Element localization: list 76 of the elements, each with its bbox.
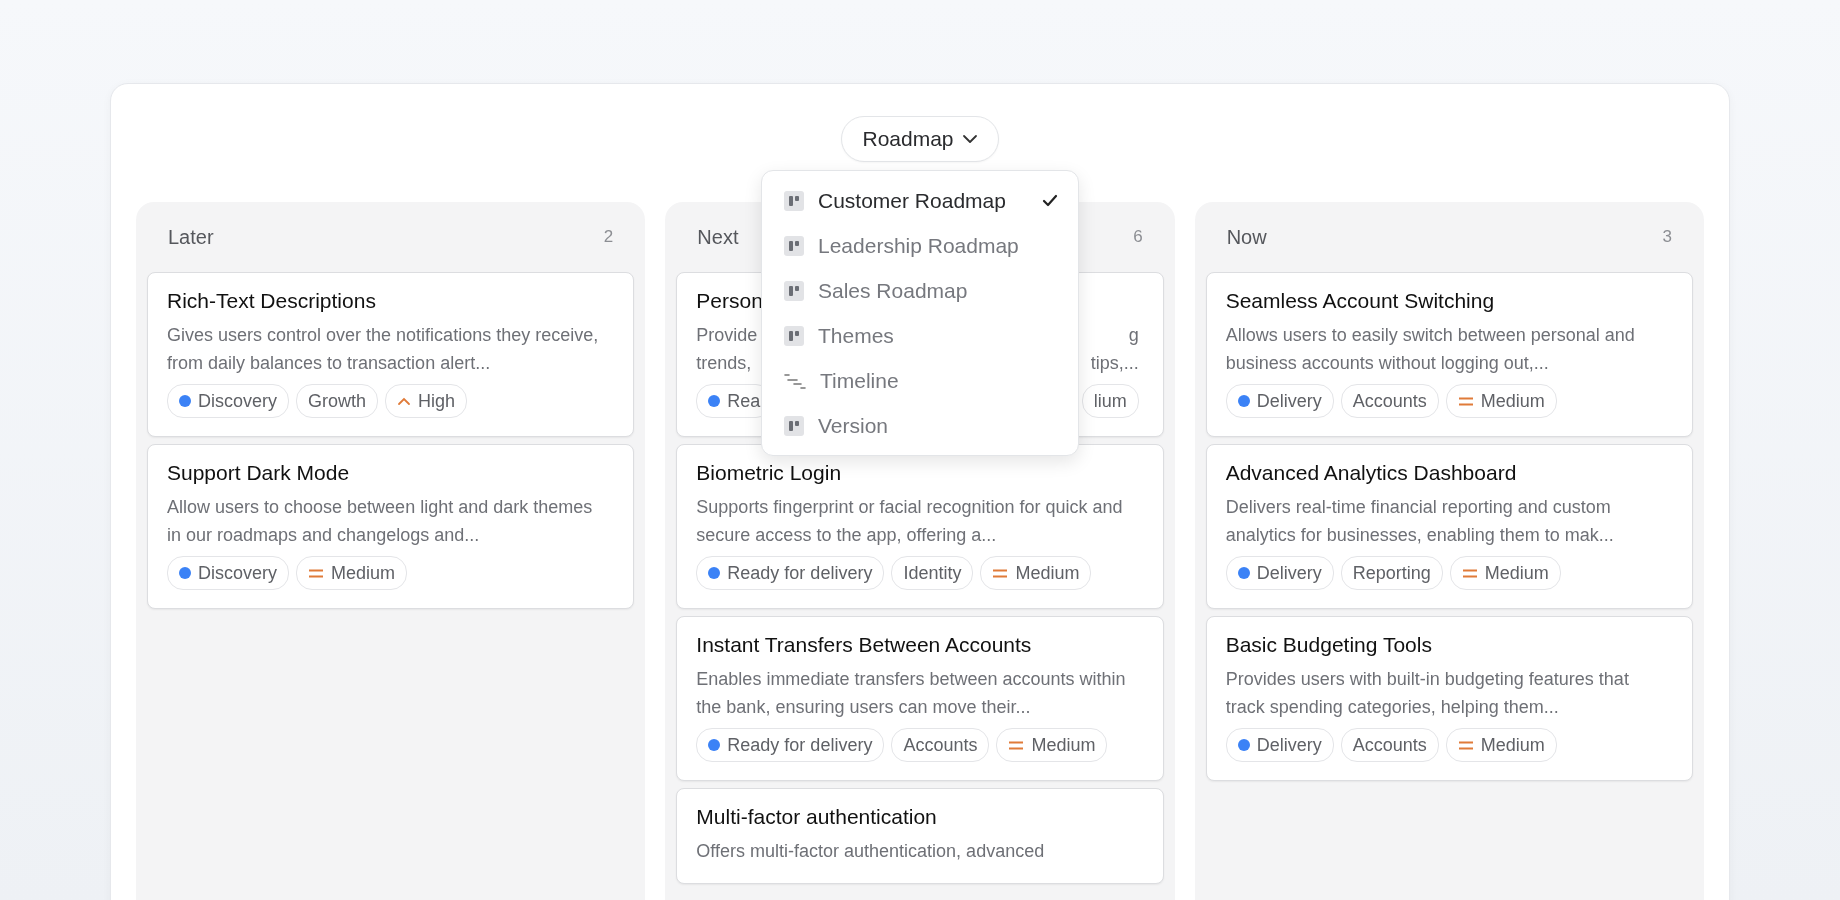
card-description: trends, <box>696 352 753 375</box>
timeline-icon <box>784 372 806 389</box>
status-tag: Discovery <box>167 384 289 418</box>
card-title: Rich-Text Descriptions <box>167 289 376 313</box>
card-title: Seamless Account Switching <box>1225 289 1495 313</box>
column-title: Next <box>697 225 739 249</box>
column-count: 2 <box>603 227 614 247</box>
column-title: Later <box>168 225 214 249</box>
feature-card[interactable]: Biometric Login Supports fingerprint or facial recognition for quick and secure access to the app, offering a... Ready for delivery Identity Medium <box>676 444 1164 609</box>
feature-card[interactable]: Basic Budgeting Tools Provides users with built-in budgeting features that track spending categories, helping them... Delivery Accounts Medium <box>1205 616 1693 781</box>
priority-tag: High <box>385 384 468 418</box>
column-title: Now <box>1226 225 1267 249</box>
label-tag: Accounts <box>891 728 990 762</box>
card-description: Delivers real-time financial reporting and custom analytics for businesses, enabling them to mak... <box>1225 496 1615 547</box>
priority-tag: Medium <box>1445 728 1557 762</box>
priority-tag: Medium <box>1449 556 1561 590</box>
menu-item[interactable]: Themes <box>762 313 1078 358</box>
card-title: Instant Transfers Between Accounts <box>696 633 1032 657</box>
equals-icon <box>1457 396 1474 406</box>
status-tag: Delivery <box>1225 728 1334 762</box>
board-icon <box>784 325 804 346</box>
priority-tag: Medium <box>1445 384 1557 418</box>
card-title: Support Dark Mode <box>167 461 350 485</box>
priority-tag: lium <box>1081 384 1139 418</box>
card-description: Enables immediate transfers between accounts within the bank, ensuring users can move their... <box>696 668 1127 719</box>
card-description: Provides users with built-in budgeting features that track spending categories, helping them... <box>1225 668 1630 719</box>
status-tag: Discovery <box>167 556 289 590</box>
board-icon <box>784 415 804 436</box>
feature-card[interactable]: Rich-Text Descriptions Gives users control over the notifications they receive, from daily balances to transaction alert... Discovery Growth High <box>147 272 635 437</box>
board-icon <box>784 235 804 256</box>
equals-icon <box>992 568 1009 578</box>
equals-icon <box>1008 740 1025 750</box>
caret-up-icon <box>397 396 412 406</box>
feature-card[interactable]: Instant Transfers Between Accounts Enables immediate transfers between accounts within the bank, ensuring users can move their... Ready for delivery Accounts Medium <box>676 616 1164 781</box>
label-tag: Reporting <box>1340 556 1443 590</box>
card-title: Biometric Login <box>696 461 842 485</box>
card-title: Basic Budgeting Tools <box>1225 633 1432 657</box>
board-icon <box>784 190 804 211</box>
label-tag: Growth <box>296 384 379 418</box>
card-description: Gives users control over the notifications they receive, from daily balances to transaction alert... <box>167 324 600 375</box>
card-description: Allows users to easily switch between personal and business accounts without logging out,... <box>1225 324 1636 375</box>
card-description: Allow users to choose between light and dark themes in our roadmaps and changelogs and... <box>167 496 594 547</box>
feature-card[interactable]: Support Dark Mode Allow users to choose between light and dark themes in our roadmaps and changelogs and... Discovery Medium <box>147 444 635 609</box>
card-description: Supports fingerprint or facial recognition for quick and secure access to the app, offering a... <box>696 496 1124 547</box>
feature-card[interactable]: Multi-factor authentication Offers multi-factor authentication, advanced <box>676 788 1164 884</box>
menu-item[interactable]: Sales Roadmap <box>762 268 1078 313</box>
label-tag: Accounts <box>1340 384 1439 418</box>
priority-tag: Medium <box>296 556 408 590</box>
menu-item[interactable]: Leadership Roadmap <box>762 223 1078 268</box>
card-title: Multi-factor authentication <box>696 805 937 829</box>
board-icon <box>784 280 804 301</box>
priority-tag: Medium <box>996 728 1108 762</box>
equals-icon <box>1457 740 1474 750</box>
status-tag: Ready for delivery <box>696 728 885 762</box>
status-tag: Ready for delivery <box>696 556 885 590</box>
status-tag: Delivery <box>1225 556 1334 590</box>
column-count: 6 <box>1133 227 1143 247</box>
status-tag: Delivery <box>1225 384 1334 418</box>
equals-icon <box>1461 568 1478 578</box>
priority-tag: Medium <box>980 556 1092 590</box>
card-description: g <box>1128 324 1139 347</box>
checkmark-icon <box>1042 193 1058 208</box>
equals-icon <box>308 568 324 578</box>
card-description: Offers multi-factor authentication, advanced <box>696 840 1046 863</box>
chevron-down-icon <box>961 134 978 144</box>
card-title: Advanced Analytics Dashboard <box>1225 461 1517 485</box>
card-description: Provide <box>696 324 758 347</box>
feature-card[interactable]: Advanced Analytics Dashboard Delivers real-time financial reporting and custom analytics for businesses, enabling them to mak... Delivery Reporting Medium <box>1205 444 1693 609</box>
label-tag: Accounts <box>1340 728 1439 762</box>
card-title: Person <box>696 289 763 313</box>
feature-card[interactable]: Seamless Account Switching Allows users to easily switch between personal and business accounts without logging out,... Delivery Accounts Medium <box>1205 272 1693 437</box>
view-dropdown-button[interactable]: Roadmap <box>841 116 999 162</box>
card-description: tips,... <box>1090 352 1139 375</box>
column-count: 3 <box>1662 227 1672 247</box>
label-tag: Identity <box>891 556 974 590</box>
menu-item[interactable]: Customer Roadmap <box>762 178 1078 223</box>
